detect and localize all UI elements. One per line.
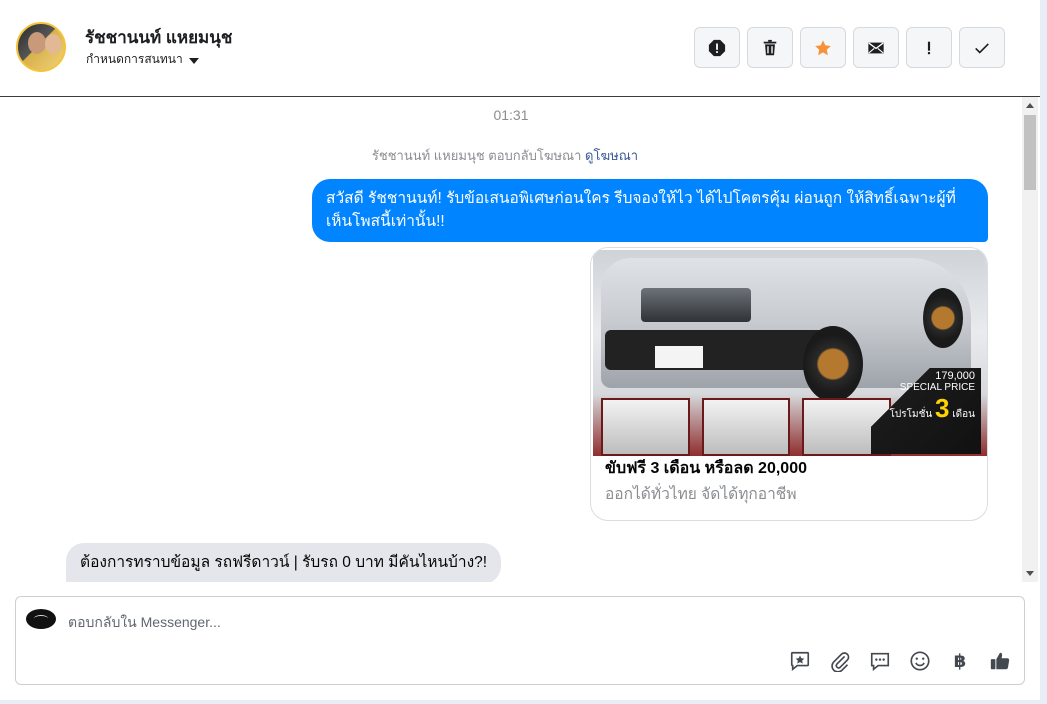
caret-down-icon <box>188 57 199 64</box>
mark-unread-button[interactable] <box>853 27 899 68</box>
ad-card-subtitle: ออกได้ทั่วไทย จัดได้ทุกอาชีพ <box>605 486 797 503</box>
outgoing-message: สวัสดี รัชชานนท์! รับข้อเสนอพิเศษก่อนใคร… <box>312 179 988 242</box>
thumbs-up-icon <box>990 652 1010 670</box>
smiley-icon <box>910 651 930 671</box>
envelope-icon <box>868 42 884 53</box>
star-button[interactable] <box>800 27 846 68</box>
trash-icon <box>763 39 777 55</box>
scroll-down-icon[interactable] <box>1026 571 1034 576</box>
ad-card[interactable]: 179,000 SPECIAL PRICE โปรโมชั่น 3 เดือน … <box>590 247 988 521</box>
ad-image-price: 179,000 <box>935 370 975 382</box>
ad-image-month-label: เดือน <box>952 409 975 420</box>
message-timestamp: 01:31 <box>493 107 529 123</box>
ad-card-title: ขับฟรี 3 เดือน หรือลด 20,000 <box>605 460 807 477</box>
ad-image-special: SPECIAL PRICE <box>899 382 975 393</box>
page-avatar <box>26 609 56 629</box>
paperclip-icon <box>831 652 850 672</box>
contact-name[interactable]: รัชชานนท์ แหยมนุช <box>85 24 232 51</box>
composer-tools: ฿ <box>788 649 1012 673</box>
assign-label: กำหนดการสนทนา <box>86 52 183 66</box>
attach-button[interactable] <box>828 649 852 673</box>
ad-image-months: 3 <box>934 393 950 423</box>
chat-bubble-icon <box>870 652 890 671</box>
conversation-scrollbar[interactable] <box>1022 97 1038 582</box>
star-icon <box>815 39 831 55</box>
ad-reply-text: รัชชานนท์ แหยมนุช ตอบกลับโฆษณา <box>371 148 582 163</box>
price-badge: 179,000 SPECIAL PRICE โปรโมชั่น 3 เดือน <box>871 368 981 454</box>
ad-image[interactable]: 179,000 SPECIAL PRICE โปรโมชั่น 3 เดือน <box>593 250 987 456</box>
check-icon <box>975 42 989 54</box>
mark-spam-button[interactable] <box>694 27 740 68</box>
like-button[interactable] <box>988 649 1012 673</box>
message-composer: ฿ <box>15 596 1025 685</box>
mark-done-button[interactable] <box>959 27 1005 68</box>
quick-reply-button[interactable] <box>868 649 892 673</box>
scrollbar-thumb[interactable] <box>1024 115 1036 190</box>
view-ad-link[interactable]: ดูโฆษณา <box>585 148 638 163</box>
incoming-message: ต้องการทราบข้อมูล รถฟรีดาวน์ | รับรถ 0 บ… <box>66 543 502 582</box>
header-actions <box>694 27 1005 68</box>
payment-button[interactable]: ฿ <box>948 649 972 673</box>
conversation-header: รัชชานนท์ แหยมนุช กำหนดการสนทนา <box>0 0 1040 97</box>
emoji-button[interactable] <box>908 649 932 673</box>
scroll-up-icon[interactable] <box>1026 103 1034 108</box>
conversation-thread[interactable]: 01:31 รัชชานนท์ แหยมนุช ตอบกลับโฆษณา ดูโ… <box>0 97 1022 582</box>
saved-reply-button[interactable] <box>788 649 812 673</box>
exclamation-icon <box>927 41 931 54</box>
follow-up-button[interactable] <box>906 27 952 68</box>
star-bubble-icon <box>790 651 810 671</box>
ad-reply-notice: รัชชานนท์ แหยมนุช ตอบกลับโฆษณา ดูโฆษณา <box>0 145 1010 166</box>
messenger-window: รัชชานนท์ แหยมนุช กำหนดการสนทนา 01:31 รั… <box>0 0 1040 700</box>
window-edge-bottom <box>0 700 1047 704</box>
contact-avatar[interactable] <box>16 22 66 72</box>
alert-icon <box>708 39 726 56</box>
window-edge <box>1040 0 1047 704</box>
reply-input[interactable] <box>68 611 968 633</box>
assign-conversation-dropdown[interactable]: กำหนดการสนทนา <box>86 50 199 69</box>
ad-image-promo: โปรโมชั่น <box>889 409 933 420</box>
delete-button[interactable] <box>747 27 793 68</box>
